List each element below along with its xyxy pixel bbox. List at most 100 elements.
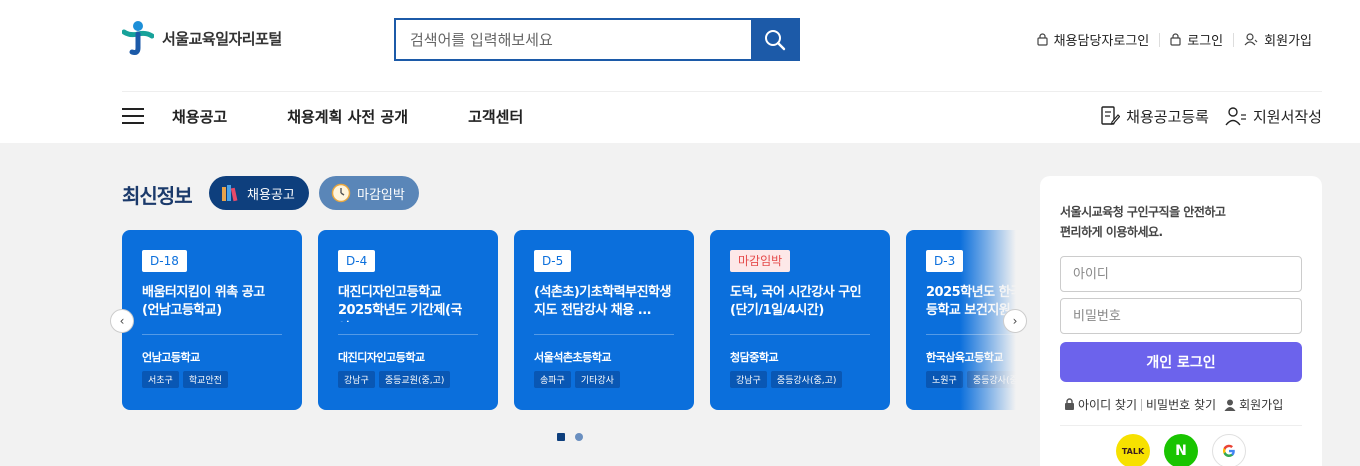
login-panel: 서울시교육청 구인구직을 안전하고 편리하게 이용하세요. 개인 로그인 아이디…	[1040, 176, 1322, 466]
pagination-dot[interactable]	[575, 433, 583, 441]
job-card[interactable]: D-3 2025학년도 한국삼육고등학교 보건지원 한국삼육고등학교 노원구 중…	[906, 230, 1016, 410]
user-plus-icon	[1244, 33, 1258, 46]
search-button[interactable]	[751, 20, 798, 59]
logo-text: 서울교육일자리포털	[162, 29, 282, 48]
lock-icon	[1036, 33, 1048, 46]
card-divider	[534, 334, 674, 335]
nav-actions: 채용공고등록 지원서작성	[1100, 105, 1322, 127]
find-password-link[interactable]: 비밀번호 찾기	[1142, 396, 1220, 413]
job-title: 배움터지킴이 위촉 공고 (언남고등학교)	[142, 285, 265, 318]
card-tags: 노원구 중등강사(중,고)	[926, 371, 1016, 388]
write-application-link[interactable]: 지원서작성	[1225, 105, 1322, 127]
login-divider	[1060, 425, 1302, 426]
school-name: 청담중학교	[730, 351, 779, 364]
card-divider	[926, 334, 1016, 335]
school-name: 서울석촌초등학교	[534, 351, 611, 364]
job-title: (석촌초)기초학력부진학생지도 전담강사 채용 ...	[534, 285, 671, 318]
naver-login-icon[interactable]: N	[1164, 434, 1198, 466]
nav-item-customer-center[interactable]: 고객센터	[468, 106, 523, 127]
search-icon	[764, 29, 785, 50]
region-tag: 송파구	[534, 371, 571, 388]
region-tag: 노원구	[926, 371, 963, 388]
social-login: TALK N	[1060, 434, 1302, 466]
category-tag: 중등강사(중,고)	[966, 371, 1016, 388]
find-id-link[interactable]: 아이디 찾기	[1060, 396, 1141, 413]
dday-badge: D-3	[926, 250, 964, 272]
category-tag: 중등강사(중,고)	[770, 371, 843, 388]
user-id-input[interactable]	[1060, 256, 1302, 292]
card-tags: 강남구 중등강사(중,고)	[730, 371, 870, 388]
chevron-right-icon: ›	[1012, 314, 1018, 328]
find-id-label: 아이디 찾기	[1078, 398, 1138, 412]
user-list-icon	[1225, 107, 1246, 126]
tab-job-postings[interactable]: 채용공고	[209, 176, 309, 210]
job-card[interactable]: D-18 배움터지킴이 위촉 공고 (언남고등학교) 언남고등학교 서초구 학교…	[122, 230, 302, 410]
menu-icon[interactable]	[122, 108, 144, 124]
job-title: 대진디자인고등학교 2025학년도 기간제(국어) ...	[338, 285, 462, 322]
main-nav: 채용공고 채용계획 사전 공개 고객센터 채용공고등록 지원서작성	[122, 100, 1322, 132]
dday-badge: D-5	[534, 250, 572, 272]
login-label: 로그인	[1187, 34, 1224, 49]
deadline-soon-badge: 마감임박	[730, 250, 791, 272]
carousel-prev-button[interactable]: ‹	[110, 309, 134, 333]
recruiter-login-label: 채용담당자로그인	[1053, 34, 1150, 49]
signup-link[interactable]: 회원가입	[1220, 396, 1287, 413]
category-tag: 학교안전	[182, 371, 228, 388]
site-logo[interactable]: 서울교육일자리포털	[122, 20, 282, 56]
nav-item-hiring-plans[interactable]: 채용계획 사전 공개	[287, 106, 408, 127]
region-tag: 서초구	[142, 371, 179, 388]
nav-item-job-postings[interactable]: 채용공고	[172, 106, 227, 127]
chevron-left-icon: ‹	[119, 314, 125, 328]
lock-icon	[1065, 398, 1074, 410]
tab-job-postings-label: 채용공고	[247, 187, 295, 203]
logo-icon	[122, 21, 154, 55]
login-message-line2: 편리하게 이용하세요.	[1060, 225, 1163, 239]
job-card[interactable]: 마감임박 도덕, 국어 시간강사 구인 (단기/1일/4시간) 청담중학교 강남…	[710, 230, 890, 410]
school-name: 언남고등학교	[142, 351, 200, 364]
account-links: 아이디 찾기 비밀번호 찾기 회원가입	[1060, 396, 1302, 413]
login-link[interactable]: 로그인	[1160, 30, 1233, 49]
signup-link[interactable]: 회원가입	[1234, 30, 1322, 49]
register-posting-link[interactable]: 채용공고등록	[1100, 105, 1209, 127]
job-carousel: D-18 배움터지킴이 위촉 공고 (언남고등학교) 언남고등학교 서초구 학교…	[122, 230, 1016, 410]
tab-deadline-soon-label: 마감임박	[357, 187, 405, 203]
card-divider	[730, 334, 870, 335]
lock-icon	[1170, 33, 1181, 46]
category-tag: 중등교원(중,고)	[378, 371, 451, 388]
google-login-icon[interactable]	[1212, 434, 1246, 466]
dday-badge: D-4	[338, 250, 376, 272]
header-divider	[122, 91, 1322, 92]
carousel-pagination	[557, 433, 583, 441]
category-tag: 기타강사	[574, 371, 620, 388]
register-posting-label: 채용공고등록	[1126, 107, 1209, 126]
books-icon	[222, 185, 238, 202]
tab-deadline-soon[interactable]: 마감임박	[319, 176, 419, 210]
clock-icon	[331, 183, 351, 203]
card-divider	[142, 334, 282, 335]
search-input[interactable]	[396, 20, 751, 59]
search-bar	[394, 18, 800, 61]
site-header: 서울교육일자리포털 채용담당자로그인 로그인 회원가입 채용공고 채용계	[0, 0, 1360, 143]
kakao-login-icon[interactable]: TALK	[1116, 434, 1150, 466]
edit-document-icon	[1101, 106, 1121, 125]
card-tags: 송파구 기타강사	[534, 371, 674, 388]
job-card[interactable]: D-5 (석촌초)기초학력부진학생지도 전담강사 채용 ... 서울석촌초등학교…	[514, 230, 694, 410]
card-tags: 강남구 중등교원(중,고)	[338, 371, 478, 388]
dday-badge: D-18	[142, 250, 187, 272]
region-tag: 강남구	[338, 371, 375, 388]
user-icon	[1224, 399, 1236, 411]
school-name: 한국삼육고등학교	[926, 351, 1003, 364]
signup-label: 회원가입	[1264, 34, 1312, 49]
region-tag: 강남구	[730, 371, 767, 388]
pagination-dot-active[interactable]	[557, 433, 565, 441]
personal-login-button[interactable]: 개인 로그인	[1060, 342, 1302, 382]
recruiter-login-link[interactable]: 채용담당자로그인	[1027, 30, 1160, 49]
job-card[interactable]: D-4 대진디자인고등학교 2025학년도 기간제(국어) ... 대진디자인고…	[318, 230, 498, 410]
carousel-next-button[interactable]: ›	[1003, 309, 1027, 333]
google-icon	[1223, 444, 1235, 457]
job-title: 도덕, 국어 시간강사 구인 (단기/1일/4시간)	[730, 285, 862, 318]
signup-label: 회원가입	[1239, 398, 1284, 412]
password-input[interactable]	[1060, 298, 1302, 334]
school-name: 대진디자인고등학교	[338, 351, 425, 364]
card-divider	[338, 334, 478, 335]
